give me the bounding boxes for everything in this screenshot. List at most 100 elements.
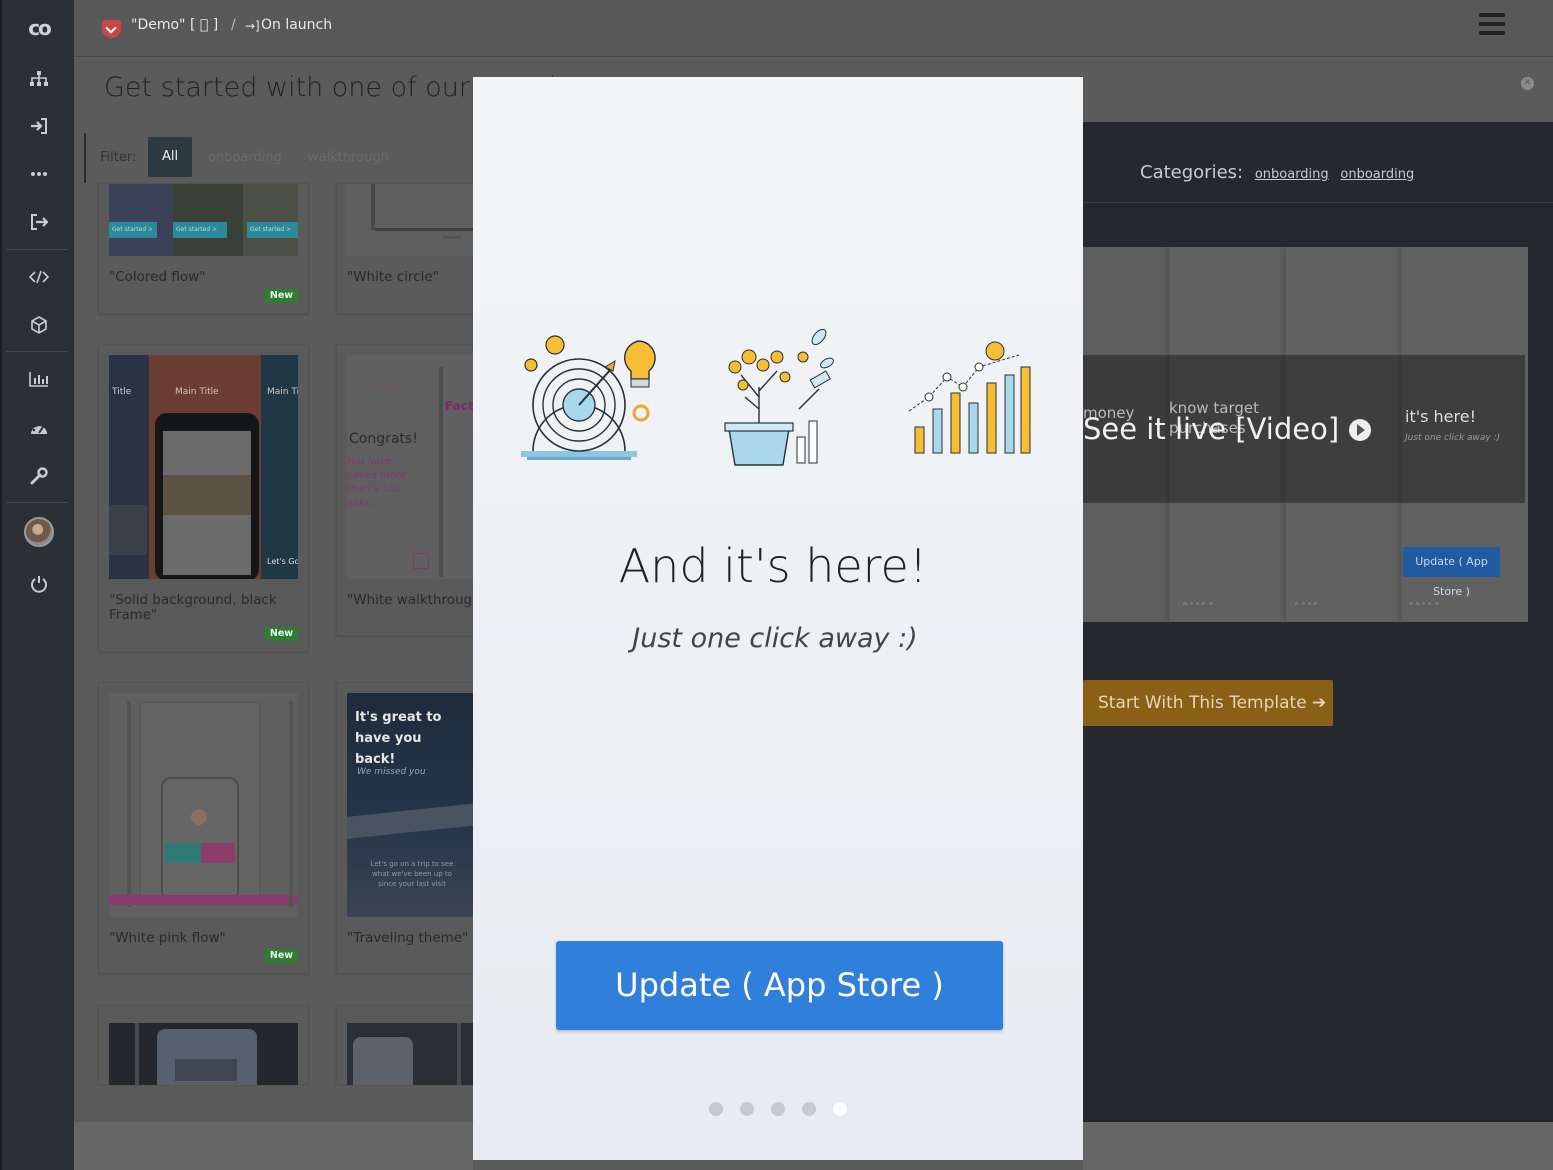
breadcrumb-app[interactable]: "Demo" xyxy=(131,17,185,33)
sidebar-item-sign-out[interactable] xyxy=(2,202,76,242)
thumbnail-text: You have saved more than a 100 links... xyxy=(347,456,407,509)
sidebar-item-code[interactable] xyxy=(2,257,76,297)
sign-in-icon xyxy=(31,118,47,134)
category-link[interactable]: onboarding xyxy=(1340,167,1414,182)
preview-text: it's here! xyxy=(1405,407,1477,426)
thumbnail-text: Get started > xyxy=(247,222,298,238)
ellipsis-icon xyxy=(31,172,47,176)
thumbnail-text: Get started > xyxy=(109,222,157,238)
update-app-store-button[interactable]: Update ( App Store ) xyxy=(556,941,1003,1030)
template-thumbnail xyxy=(109,1023,298,1085)
template-thumbnail: Get started > Get started > Get started … xyxy=(109,184,298,256)
sidebar-item-more[interactable] xyxy=(2,154,76,194)
template-card-solid-background[interactable]: Title Main Title Main Title Let's Go "So… xyxy=(98,344,309,652)
new-badge: New xyxy=(265,627,298,641)
sidebar-item-profile[interactable] xyxy=(2,512,76,552)
thumbnail-text: Get started > xyxy=(173,222,227,238)
start-with-template-button[interactable]: Start With This Template ➔ xyxy=(1083,680,1333,726)
sidebar-item-analytics[interactable] xyxy=(2,359,76,399)
thumbnail-text: Let's go on a trip to see what we've bee… xyxy=(370,860,454,888)
app-icon xyxy=(102,20,121,38)
modal-subheading: Just one click away :) xyxy=(632,623,918,654)
template-title: "White pink flow" xyxy=(109,930,226,946)
growth-chart-illustration-icon xyxy=(908,341,1031,454)
breadcrumb-trigger[interactable]: On launch xyxy=(261,17,332,33)
template-preview[interactable]: money know target purchases it's here! J… xyxy=(1083,247,1528,622)
modal-heading: And it's here! xyxy=(618,539,928,593)
page-dot[interactable] xyxy=(771,1102,785,1116)
template-card-traveling-theme[interactable]: It's great to have you back! We missed y… xyxy=(336,682,536,974)
template-card-white-pink-flow[interactable]: "White pink flow" New xyxy=(98,682,309,974)
template-card[interactable] xyxy=(336,1005,536,1085)
template-title: "White circle" xyxy=(347,269,439,285)
cube-icon xyxy=(31,316,47,334)
sidebar-item-sign-in[interactable] xyxy=(2,106,76,146)
template-title: "Colored flow" xyxy=(109,269,206,285)
sidebar-item-cube[interactable] xyxy=(2,305,76,345)
template-thumbnail xyxy=(109,693,298,917)
template-title: "Traveling theme" xyxy=(347,930,469,946)
sidebar-item-tools[interactable] xyxy=(2,456,76,496)
breadcrumb-platform: [  ] xyxy=(190,17,218,33)
page-dot[interactable] xyxy=(740,1102,754,1116)
thumbnail-text: Main Title xyxy=(175,387,219,397)
page-dot[interactable] xyxy=(709,1102,723,1116)
sign-in-icon: →] xyxy=(245,19,260,33)
filter-all-button[interactable]: All xyxy=(148,137,192,177)
template-card-white-circle[interactable]: "White circle" xyxy=(336,183,536,314)
sidebar-divider xyxy=(6,249,68,250)
page-indicator xyxy=(709,1102,847,1116)
preview-cta: Update ( App Store ) xyxy=(1403,547,1500,598)
filter-bar: Filter: All onboarding walkthrough xyxy=(84,133,484,183)
page-dot[interactable] xyxy=(802,1102,816,1116)
sidebar-item-dashboard[interactable] xyxy=(2,408,76,448)
sitemap-icon xyxy=(30,71,48,86)
template-preview-modal: And it's here! Just one click away :) Up… xyxy=(473,77,1083,1160)
filter-label: Filter: xyxy=(100,150,137,165)
footer-strip xyxy=(74,1122,473,1170)
template-title: "Solid background, black Frame" xyxy=(109,592,277,623)
footer-strip xyxy=(1083,1122,1553,1170)
thumbnail-text: Main Title xyxy=(267,387,298,397)
thumbnail-text: We missed you xyxy=(357,767,426,777)
template-card[interactable] xyxy=(98,1005,309,1085)
video-label: See it live [Video] xyxy=(1083,412,1340,446)
filter-walkthrough[interactable]: walkthrough xyxy=(308,150,389,165)
top-bar: "Demo" [  ] / →] On launch xyxy=(74,0,1553,57)
thumbnail-text: Fact xyxy=(445,399,474,413)
watch-video-link[interactable]: See it live [Video] xyxy=(1083,412,1372,446)
target-illustration-icon xyxy=(521,335,656,460)
thumbnail-text: Let's Go xyxy=(267,557,298,566)
thumbnail-text: Title xyxy=(112,387,132,397)
sign-out-icon xyxy=(31,214,48,230)
category-link[interactable]: onboarding xyxy=(1255,167,1329,182)
wrench-icon xyxy=(30,467,48,485)
thumbnail-text: It's great to have you back! xyxy=(355,710,442,767)
thumbnail-text: Congrats! xyxy=(349,431,418,447)
hamburger-menu-icon[interactable] xyxy=(1479,13,1505,35)
sidebar-item-power[interactable] xyxy=(2,564,76,604)
logo[interactable]: co xyxy=(2,8,76,48)
template-title: "White walkthrough" xyxy=(347,592,487,608)
filter-onboarding[interactable]: onboarding xyxy=(208,150,282,165)
dashboard-icon xyxy=(31,423,47,434)
avatar xyxy=(24,517,54,547)
divider xyxy=(1083,202,1553,203)
sidebar: co xyxy=(0,0,74,1170)
play-icon xyxy=(1349,419,1372,441)
sidebar-divider xyxy=(6,502,68,503)
template-card-white-walkthrough[interactable]: Congrats! You have saved more than a 100… xyxy=(336,344,536,636)
power-icon xyxy=(31,576,47,593)
code-icon xyxy=(29,270,49,284)
close-icon[interactable]: ✕ xyxy=(1521,77,1534,90)
template-thumbnail: Title Main Title Main Title Let's Go xyxy=(109,355,298,579)
template-card-colored-flow[interactable]: Get started > Get started > Get started … xyxy=(98,183,309,314)
page-dot-active[interactable] xyxy=(833,1102,847,1116)
preview-text: Just one click away :) xyxy=(1405,433,1501,443)
breadcrumb-separator: / xyxy=(231,17,236,33)
money-plant-illustration-icon xyxy=(724,328,834,466)
template-detail-panel: Categories: onboarding onboarding money … xyxy=(1083,122,1553,1122)
sidebar-item-sitemap[interactable] xyxy=(2,59,76,99)
new-badge: New xyxy=(265,289,298,303)
bar-chart-icon xyxy=(29,372,48,387)
